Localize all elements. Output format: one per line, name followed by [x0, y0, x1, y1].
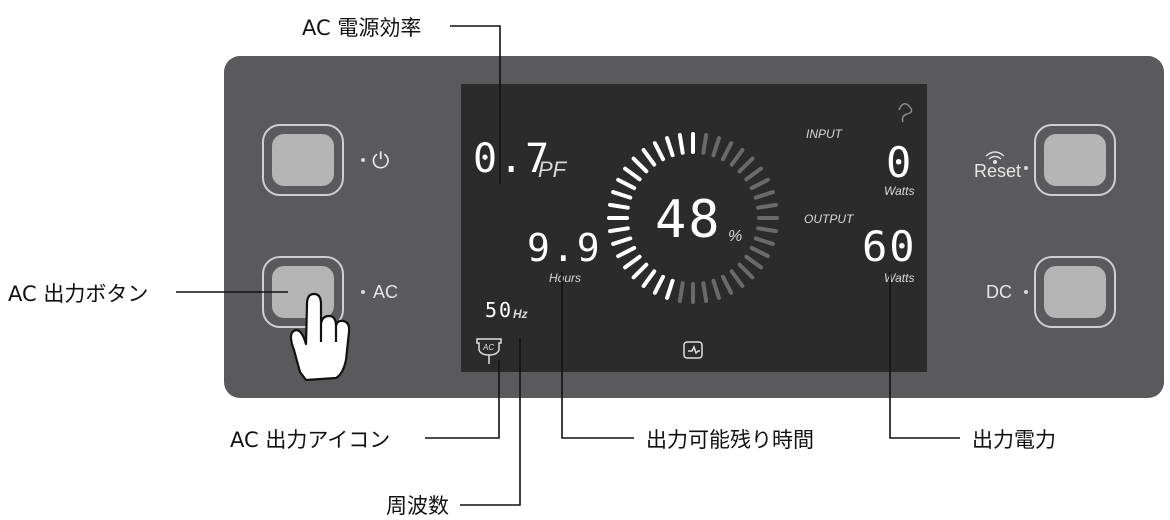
battery-ring-segment	[623, 166, 642, 182]
callout-frequency: 周波数	[386, 494, 449, 518]
callout-output-power: 出力電力	[972, 428, 1056, 452]
battery-ring-segment	[665, 278, 675, 300]
battery-ring-segment	[753, 236, 775, 246]
battery-ring-segment	[665, 136, 675, 158]
battery-ring-segment	[677, 133, 685, 155]
battery-ring-segment	[641, 269, 657, 288]
battery-ring-segment	[616, 177, 637, 191]
callout-ac-icon: AC 出力アイコン	[230, 428, 391, 452]
battery-ring-segment	[753, 190, 775, 200]
monitor-icon	[683, 341, 703, 359]
ac-connector-dot	[361, 290, 365, 294]
battery-ring-segment	[744, 254, 763, 270]
battery-ring-segment	[711, 278, 721, 300]
battery-ring-segment	[737, 156, 755, 174]
hand-pointer-icon	[289, 292, 351, 382]
battery-ring-segment	[756, 226, 778, 234]
battery-ring-segment	[652, 274, 666, 295]
callout-remaining-time: 出力可能残り時間	[646, 428, 814, 452]
battery-ring-segment	[631, 262, 649, 280]
battery-ring-segment	[749, 177, 770, 191]
wifi-icon	[985, 151, 1005, 164]
battery-ring-segment	[756, 202, 778, 210]
battery-ring-segment	[711, 136, 721, 158]
battery-ring-segment	[701, 133, 709, 155]
battery-ring-segment	[701, 281, 709, 303]
fan-icon	[898, 103, 913, 123]
battery-ring-segment	[737, 262, 755, 280]
battery-ring-segment	[623, 254, 642, 270]
battery-ring-segment	[677, 281, 685, 303]
ac-icon-text: AC	[482, 343, 494, 352]
battery-ring-segment	[608, 226, 630, 234]
callout-ac-button: AC 出力ボタン	[8, 282, 149, 306]
callout-ac-efficiency: AC 電源効率	[302, 16, 422, 40]
battery-ring	[607, 132, 779, 304]
battery-ring-segment	[608, 202, 630, 210]
dc-connector-dot	[1024, 290, 1028, 294]
battery-ring-segment	[616, 245, 637, 259]
battery-ring-segment	[749, 245, 770, 259]
battery-ring-segment	[744, 166, 763, 182]
power-connector-dot	[361, 158, 365, 162]
battery-ring-segment	[611, 190, 633, 200]
ac-plug-icon: AC	[476, 338, 502, 364]
battery-ring-segment	[720, 141, 734, 162]
battery-ring-segment	[729, 148, 745, 167]
battery-ring-segment	[720, 274, 734, 295]
battery-ring-segment	[729, 269, 745, 288]
battery-ring-segment	[631, 156, 649, 174]
battery-ring-segment	[611, 236, 633, 246]
battery-ring-segment	[652, 141, 666, 162]
reset-connector-dot	[1024, 166, 1028, 170]
battery-ring-segment	[641, 148, 657, 167]
